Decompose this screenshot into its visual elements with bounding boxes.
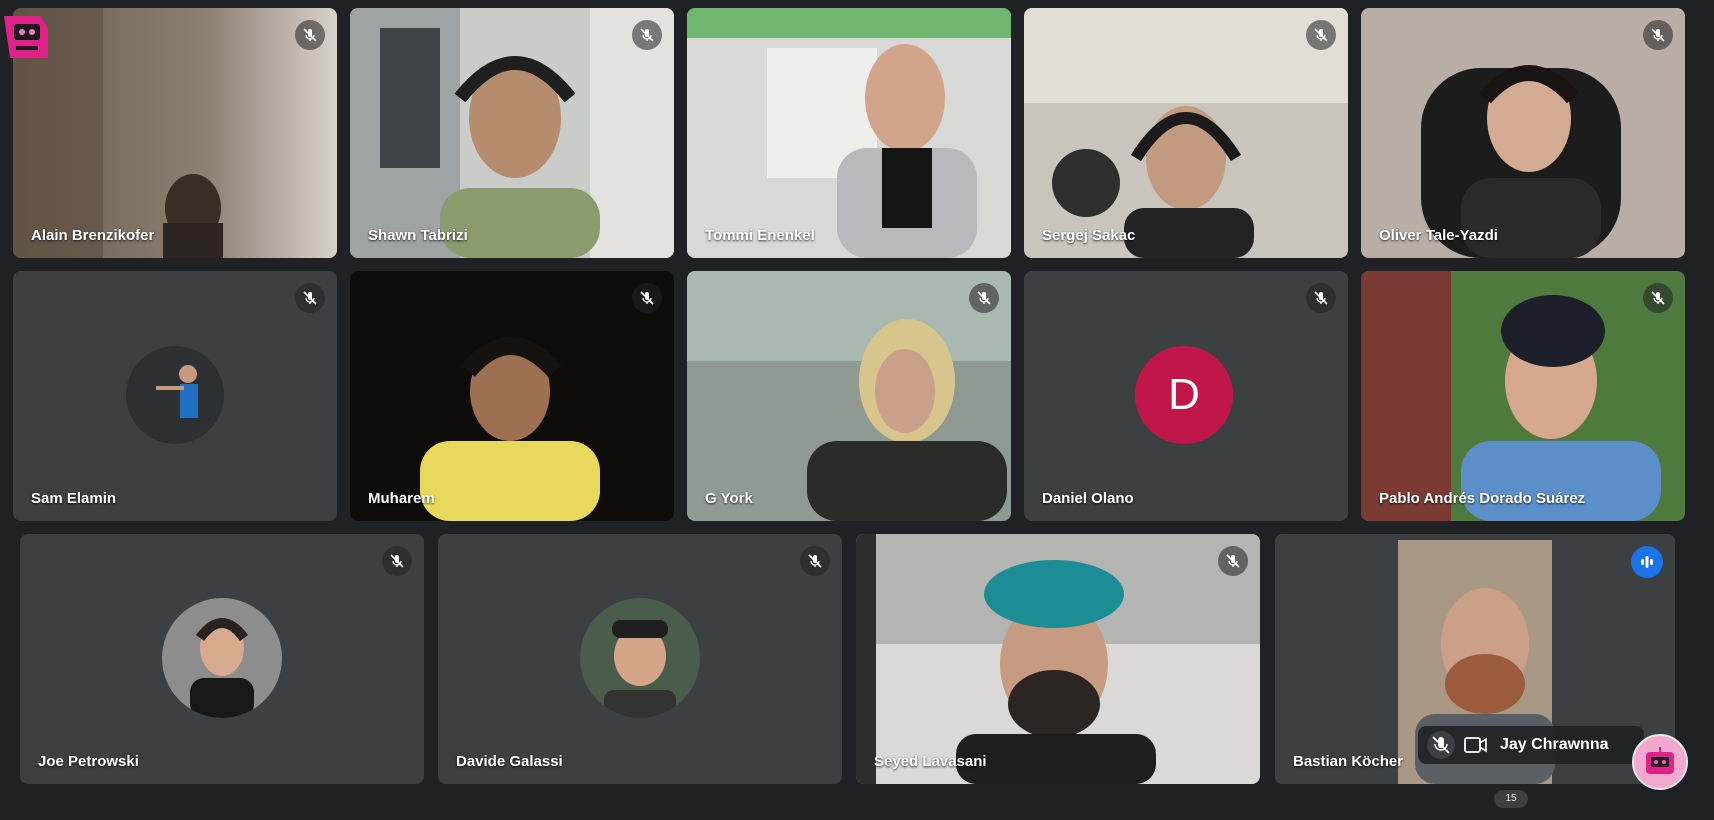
participant-video <box>13 8 337 258</box>
mic-off-icon <box>1306 283 1336 313</box>
avatar-photo <box>126 346 224 444</box>
participant-tile[interactable]: D Daniel Olano <box>1024 271 1348 521</box>
self-view-bar[interactable]: Jay Chrawnna <box>1418 726 1644 764</box>
participant-name: G York <box>705 490 753 507</box>
participant-name: Daniel Olano <box>1042 490 1134 507</box>
participant-tile[interactable]: Shawn Tabrizi <box>350 8 674 258</box>
participant-name: Joe Petrowski <box>38 753 139 770</box>
participant-video <box>856 534 1260 784</box>
mic-off-icon <box>1306 20 1336 50</box>
participant-tile[interactable]: G York <box>687 271 1011 521</box>
participant-name: Bastian Köcher <box>1293 753 1404 770</box>
mic-off-icon <box>295 283 325 313</box>
participant-name: Muharem <box>368 490 435 507</box>
participant-name: Shawn Tabrizi <box>368 227 468 244</box>
participant-name: Seyed Lavasani <box>874 753 987 770</box>
robot-sticker-icon <box>0 6 54 66</box>
avatar <box>580 598 700 718</box>
participant-name: Davide Galassi <box>456 753 563 770</box>
participant-video <box>687 271 1011 521</box>
mic-off-icon <box>1643 20 1673 50</box>
avatar-photo <box>162 598 282 718</box>
mic-off-icon <box>632 20 662 50</box>
participant-video <box>350 8 674 258</box>
camera-icon[interactable] <box>1464 735 1488 755</box>
participant-tile[interactable]: Sergej Sakac <box>1024 8 1348 258</box>
participant-tile[interactable]: Davide Galassi <box>438 534 842 784</box>
participant-name: Alain Brenzikofer <box>31 227 155 244</box>
participant-tile[interactable]: Oliver Tale-Yazdi <box>1361 8 1685 258</box>
participant-name: Sergej Sakac <box>1042 227 1136 244</box>
mic-off-icon <box>632 283 662 313</box>
mic-off-icon <box>295 20 325 50</box>
audio-level-icon <box>1631 546 1663 578</box>
participant-name: Sam Elamin <box>31 490 117 507</box>
robot-sticker-icon <box>1632 734 1688 790</box>
overflow-count-badge[interactable]: 15 <box>1494 790 1528 808</box>
participant-tile[interactable]: Pablo Andrés Dorado Suárez <box>1361 271 1685 521</box>
participant-tile[interactable]: Alain Brenzikofer <box>13 8 337 258</box>
mic-off-icon <box>382 546 412 576</box>
meeting-grid: Alain Brenzikofer Shawn Tabrizi Tommi En… <box>0 0 1714 820</box>
mic-off-icon[interactable] <box>1426 730 1456 760</box>
mic-off-icon <box>1218 546 1248 576</box>
participant-name: Pablo Andrés Dorado Suárez <box>1379 490 1586 507</box>
mic-off-icon <box>969 283 999 313</box>
mic-off-icon <box>1643 283 1673 313</box>
participant-tile[interactable]: Seyed Lavasani <box>856 534 1260 784</box>
participant-video <box>1361 8 1685 258</box>
participant-name: Oliver Tale-Yazdi <box>1379 227 1498 244</box>
avatar: D <box>1135 346 1233 444</box>
participant-name: Tommi Enenkel <box>705 227 815 244</box>
participant-tile[interactable]: Joe Petrowski <box>20 534 424 784</box>
avatar <box>126 346 224 444</box>
participant-video <box>1024 8 1348 258</box>
participant-tile[interactable]: Muharem <box>350 271 674 521</box>
participant-video <box>687 8 1011 258</box>
avatar <box>162 598 282 718</box>
avatar-photo <box>580 598 700 718</box>
participant-video <box>350 271 674 521</box>
participant-video <box>1361 271 1685 521</box>
mic-off-icon <box>800 546 830 576</box>
participant-tile[interactable]: Tommi Enenkel <box>687 8 1011 258</box>
self-view-name: Jay Chrawnna <box>1500 736 1609 753</box>
participant-tile[interactable]: Sam Elamin <box>13 271 337 521</box>
